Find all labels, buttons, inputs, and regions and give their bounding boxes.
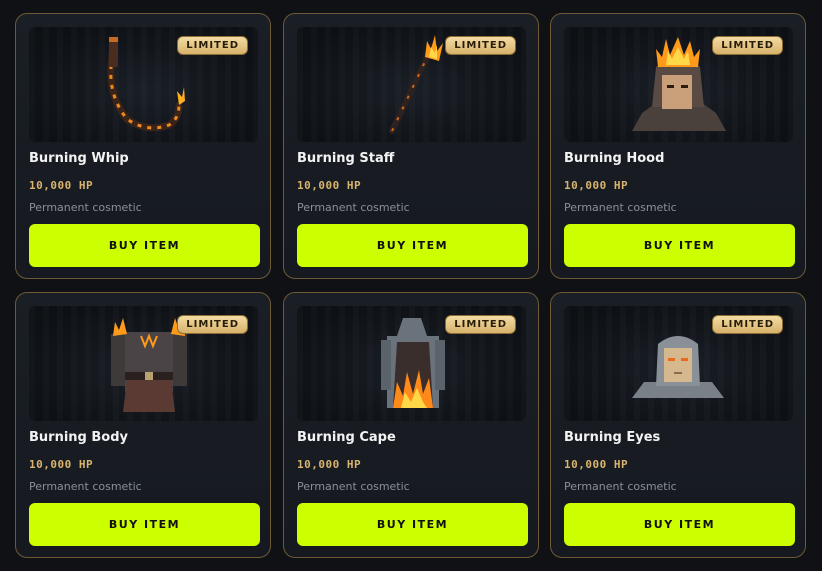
item-name: Burning Whip bbox=[29, 151, 129, 166]
item-thumbnail: LIMITED bbox=[297, 306, 526, 421]
buy-item-button[interactable]: BUY ITEM bbox=[297, 503, 528, 546]
item-name: Burning Hood bbox=[564, 151, 665, 166]
shop-item-card: LIMITED Burning Body 10,000 HP Permanent… bbox=[15, 292, 271, 558]
limited-badge: LIMITED bbox=[177, 36, 248, 55]
item-name: Burning Body bbox=[29, 430, 128, 445]
item-name: Burning Staff bbox=[297, 151, 395, 166]
item-description: Permanent cosmetic bbox=[564, 201, 677, 214]
limited-badge: LIMITED bbox=[712, 315, 783, 334]
shop-item-card: LIMITED Burning Whip 10,000 HP Permanent… bbox=[15, 13, 271, 279]
buy-item-button[interactable]: BUY ITEM bbox=[29, 503, 260, 546]
buy-item-button[interactable]: BUY ITEM bbox=[29, 224, 260, 267]
item-thumbnail: LIMITED bbox=[29, 306, 258, 421]
shop-item-card: LIMITED Burning Cape 10,000 HP Permanent… bbox=[283, 292, 539, 558]
buy-item-button[interactable]: BUY ITEM bbox=[564, 224, 795, 267]
buy-item-button[interactable]: BUY ITEM bbox=[564, 503, 795, 546]
item-thumbnail: LIMITED bbox=[29, 27, 258, 142]
item-price: 10,000 HP bbox=[29, 458, 94, 471]
item-thumbnail: LIMITED bbox=[564, 27, 793, 142]
item-description: Permanent cosmetic bbox=[297, 201, 410, 214]
item-thumbnail: LIMITED bbox=[564, 306, 793, 421]
item-description: Permanent cosmetic bbox=[297, 480, 410, 493]
shop-item-card: LIMITED Burning Hood 10,000 HP Permanent… bbox=[550, 13, 806, 279]
item-thumbnail: LIMITED bbox=[297, 27, 526, 142]
item-name: Burning Eyes bbox=[564, 430, 661, 445]
item-price: 10,000 HP bbox=[29, 179, 94, 192]
item-price: 10,000 HP bbox=[564, 179, 629, 192]
limited-badge: LIMITED bbox=[177, 315, 248, 334]
item-description: Permanent cosmetic bbox=[29, 480, 142, 493]
item-description: Permanent cosmetic bbox=[564, 480, 677, 493]
item-price: 10,000 HP bbox=[297, 179, 362, 192]
item-price: 10,000 HP bbox=[564, 458, 629, 471]
buy-item-button[interactable]: BUY ITEM bbox=[297, 224, 528, 267]
item-description: Permanent cosmetic bbox=[29, 201, 142, 214]
shop-item-grid: LIMITED Burning Whip 10,000 HP Permanent… bbox=[0, 0, 822, 571]
limited-badge: LIMITED bbox=[712, 36, 783, 55]
item-price: 10,000 HP bbox=[297, 458, 362, 471]
shop-item-card: LIMITED Burning Eyes 10,000 HP Permanent… bbox=[550, 292, 806, 558]
limited-badge: LIMITED bbox=[445, 315, 516, 334]
shop-item-card: LIMITED Burning Staff 10,000 HP Permanen… bbox=[283, 13, 539, 279]
limited-badge: LIMITED bbox=[445, 36, 516, 55]
item-name: Burning Cape bbox=[297, 430, 396, 445]
